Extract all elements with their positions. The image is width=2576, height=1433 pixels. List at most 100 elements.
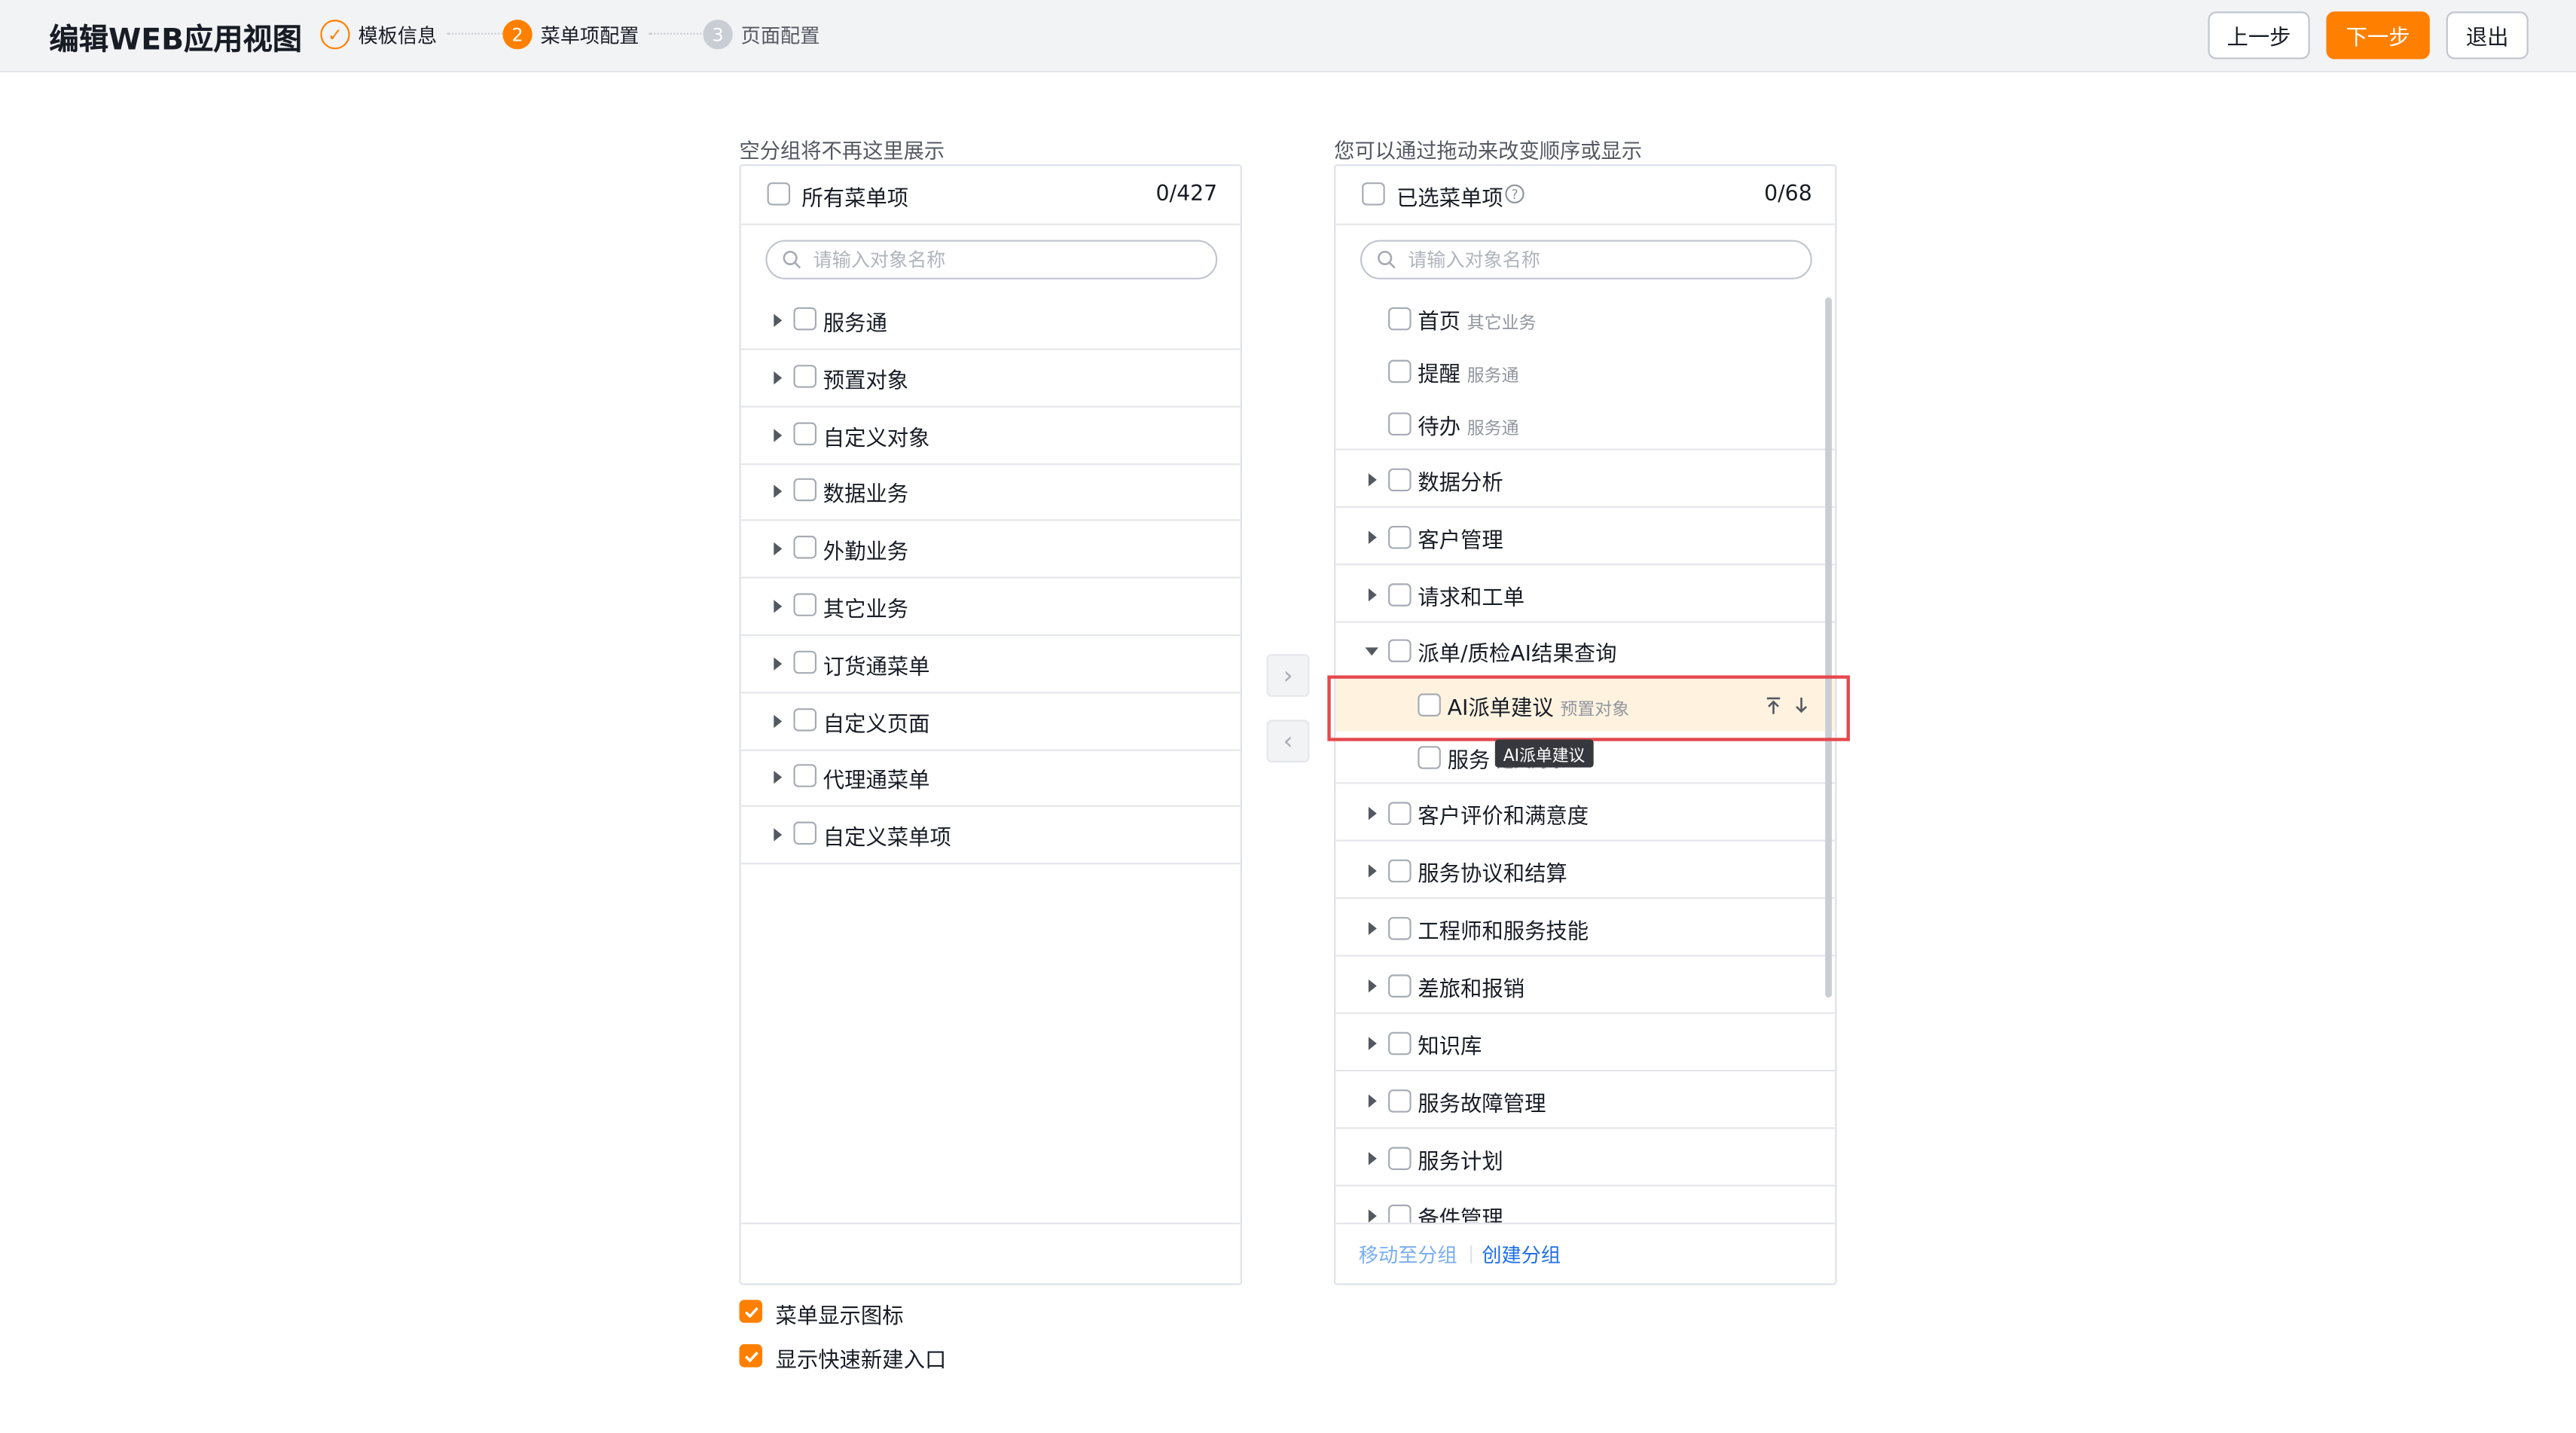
row-title: 请求和工单: [1418, 585, 1525, 611]
expand-arrow-icon[interactable]: [1368, 587, 1377, 601]
expand-arrow-icon[interactable]: [774, 485, 783, 499]
selected-menu-row[interactable]: 数据分析: [1335, 451, 1836, 508]
step-menu-config[interactable]: 2 菜单项配置: [502, 20, 639, 50]
row-checkbox[interactable]: [1388, 1146, 1412, 1169]
move-right-button[interactable]: ›: [1266, 654, 1310, 697]
row-checkbox[interactable]: [793, 593, 817, 616]
step-template-info[interactable]: ✓ 模板信息: [320, 20, 437, 50]
row-checkbox[interactable]: [1388, 1088, 1412, 1112]
selected-menu-row[interactable]: 服务故障管理: [1335, 1071, 1836, 1129]
help-icon[interactable]: ?: [1505, 184, 1525, 204]
row-checkbox[interactable]: [1418, 693, 1441, 716]
tree-group-row[interactable]: 其它业务: [740, 579, 1241, 637]
next-step-button[interactable]: 下一步: [2326, 11, 2430, 60]
row-checkbox[interactable]: [793, 536, 817, 559]
expand-arrow-icon[interactable]: [774, 713, 783, 728]
expand-arrow-icon[interactable]: [1368, 978, 1377, 992]
move-to-top-icon[interactable]: [1765, 697, 1783, 715]
scrollbar[interactable]: [1825, 297, 1832, 998]
row-checkbox[interactable]: [793, 364, 817, 388]
expand-arrow-icon[interactable]: [1368, 1208, 1377, 1222]
collapse-arrow-icon[interactable]: [1365, 647, 1378, 656]
selected-menu-row[interactable]: 服务计划: [1335, 1129, 1836, 1187]
row-checkbox[interactable]: [793, 650, 817, 674]
expand-arrow-icon[interactable]: [1368, 472, 1377, 486]
move-left-button[interactable]: ‹: [1266, 720, 1310, 763]
tree-group-row[interactable]: 预置对象: [740, 350, 1241, 408]
expand-arrow-icon[interactable]: [774, 600, 783, 613]
left-search-box[interactable]: [765, 240, 1218, 280]
row-checkbox[interactable]: [1388, 467, 1412, 491]
expand-arrow-icon[interactable]: [774, 428, 783, 442]
row-source-tag: 预置对象: [1560, 700, 1630, 720]
expand-arrow-icon[interactable]: [1368, 1093, 1377, 1107]
expand-arrow-icon[interactable]: [774, 542, 783, 556]
row-checkbox[interactable]: [1388, 639, 1412, 662]
right-panel-caption: 您可以通过拖动来改变顺序或显示: [1334, 138, 1643, 163]
step-page-config[interactable]: 3 页面配置: [703, 20, 819, 50]
row-checkbox[interactable]: [1388, 412, 1412, 435]
selected-menu-row[interactable]: 派单/质检AI结果查询: [1335, 623, 1835, 679]
expand-arrow-icon[interactable]: [1368, 921, 1377, 934]
expand-arrow-icon[interactable]: [1368, 530, 1377, 543]
select-all-checkbox[interactable]: [767, 182, 791, 206]
row-checkbox[interactable]: [793, 707, 817, 731]
row-checkbox[interactable]: [1388, 973, 1412, 997]
create-group-link[interactable]: 创建分组: [1482, 1241, 1561, 1269]
selected-menu-row[interactable]: 知识库: [1335, 1014, 1836, 1072]
expand-arrow-icon[interactable]: [774, 771, 783, 785]
row-checkbox[interactable]: [1418, 746, 1441, 769]
selected-menu-row-highlighted[interactable]: AI派单建议 预置对象: [1335, 678, 1836, 732]
row-checkbox[interactable]: [793, 765, 817, 788]
tree-group-row[interactable]: 自定义对象: [740, 407, 1241, 465]
expand-arrow-icon[interactable]: [774, 657, 783, 671]
tree-group-row[interactable]: 代理通菜单: [740, 750, 1241, 808]
tree-group-row[interactable]: 服务通: [740, 292, 1241, 350]
row-checkbox[interactable]: [1388, 359, 1412, 383]
row-checkbox[interactable]: [793, 307, 817, 331]
right-search-box[interactable]: [1360, 240, 1812, 280]
row-checkbox[interactable]: [1388, 582, 1412, 606]
row-checkbox[interactable]: [1388, 307, 1412, 331]
selected-menu-row[interactable]: 工程师和服务技能: [1335, 899, 1836, 957]
expand-arrow-icon[interactable]: [1368, 1036, 1377, 1050]
search-input[interactable]: [813, 246, 1192, 273]
selected-menu-row[interactable]: 首页 其它业务: [1335, 292, 1835, 345]
row-checkbox[interactable]: [1388, 858, 1412, 882]
expand-arrow-icon[interactable]: [774, 828, 783, 842]
tree-group-row[interactable]: 数据业务: [740, 464, 1241, 522]
show-quick-create-checkbox[interactable]: [739, 1344, 763, 1367]
expand-arrow-icon[interactable]: [774, 371, 783, 384]
show-icon-checkbox[interactable]: [739, 1300, 763, 1323]
row-checkbox[interactable]: [1388, 1031, 1412, 1055]
select-all-checkbox[interactable]: [1362, 182, 1385, 206]
selected-menu-row[interactable]: 提醒 服务通: [1335, 345, 1835, 398]
tree-group-row[interactable]: 外勤业务: [740, 521, 1241, 579]
selected-menu-row[interactable]: 请求和工单: [1335, 565, 1836, 623]
selected-menu-row[interactable]: 差旅和报销: [1335, 956, 1836, 1014]
expand-arrow-icon[interactable]: [1368, 863, 1377, 877]
search-input[interactable]: [1408, 246, 1786, 273]
row-checkbox[interactable]: [1388, 915, 1412, 940]
row-checkbox[interactable]: [793, 421, 817, 445]
divider: [1470, 1245, 1473, 1264]
expand-arrow-icon[interactable]: [1368, 805, 1377, 820]
tree-group-row[interactable]: 自定义页面: [740, 693, 1241, 750]
selected-menu-row[interactable]: 客户评价和满意度: [1335, 784, 1836, 842]
selected-menu-row[interactable]: 客户管理: [1335, 508, 1836, 566]
tree-group-row[interactable]: 自定义菜单项: [740, 807, 1241, 865]
svg-text:?: ?: [1511, 188, 1518, 203]
prev-step-button[interactable]: 上一步: [2208, 11, 2310, 60]
tree-group-row[interactable]: 订货通菜单: [740, 636, 1241, 693]
selected-menu-row[interactable]: 待办 服务通: [1335, 398, 1836, 451]
row-checkbox[interactable]: [793, 821, 817, 845]
row-checkbox[interactable]: [1388, 801, 1412, 824]
row-checkbox[interactable]: [1388, 524, 1412, 548]
move-to-group-link[interactable]: 移动至分组: [1359, 1241, 1457, 1269]
exit-button[interactable]: 退出: [2446, 11, 2529, 60]
move-down-icon[interactable]: [1793, 697, 1811, 715]
expand-arrow-icon[interactable]: [1368, 1150, 1377, 1165]
expand-arrow-icon[interactable]: [774, 313, 783, 328]
row-checkbox[interactable]: [793, 478, 817, 503]
selected-menu-row[interactable]: 服务协议和结算: [1335, 842, 1836, 900]
